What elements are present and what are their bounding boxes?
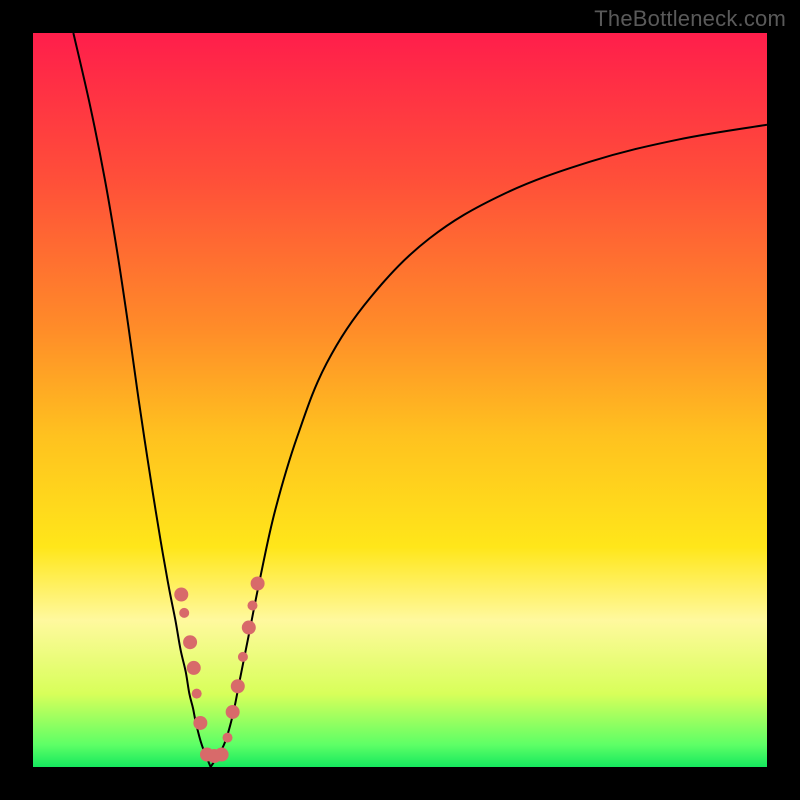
data-point-marker [238, 652, 248, 662]
data-point-marker [242, 621, 256, 635]
data-point-marker [179, 608, 189, 618]
plot-area [33, 33, 767, 767]
data-point-marker [183, 635, 197, 649]
chart-frame: TheBottleneck.com [0, 0, 800, 800]
data-point-marker [174, 588, 188, 602]
gradient-background [33, 33, 767, 767]
data-point-marker [192, 689, 202, 699]
bottleneck-curve-chart [33, 33, 767, 767]
data-point-marker [231, 679, 245, 693]
watermark-label: TheBottleneck.com [594, 6, 786, 32]
data-point-marker [226, 705, 240, 719]
data-point-marker [187, 661, 201, 675]
data-point-marker [223, 733, 233, 743]
data-point-marker [193, 716, 207, 730]
data-point-marker [247, 601, 257, 611]
data-point-marker [251, 577, 265, 591]
data-point-marker [215, 748, 229, 762]
